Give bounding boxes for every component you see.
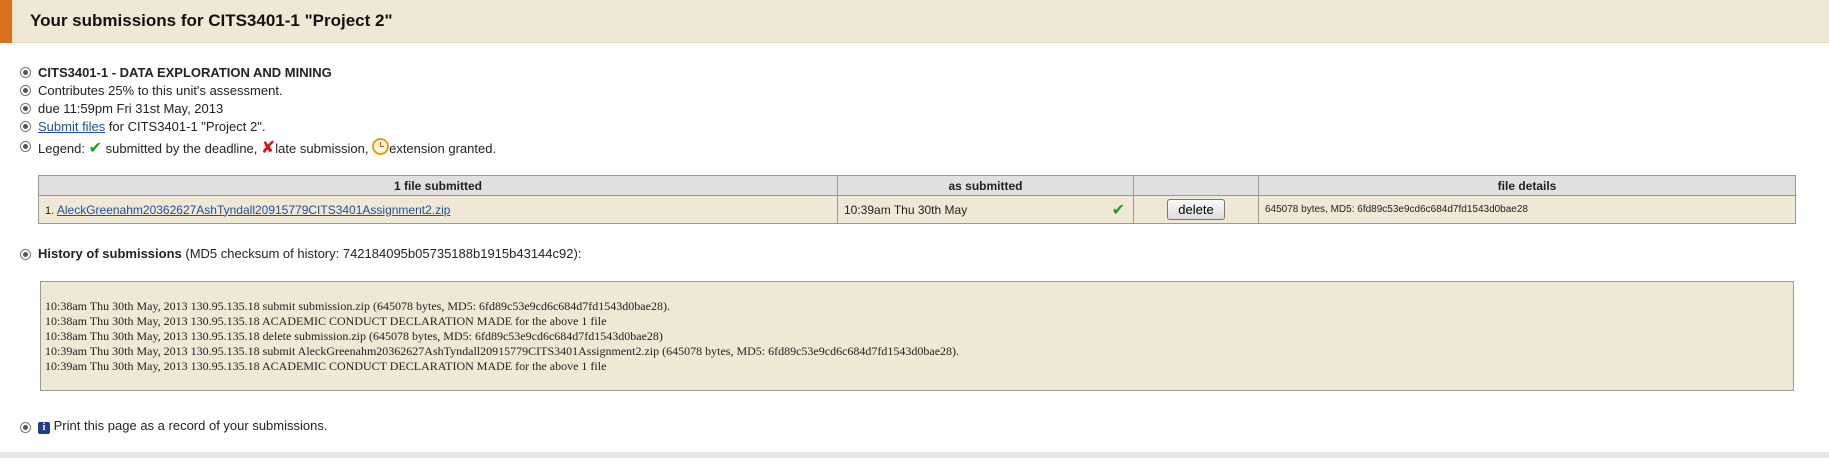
submitted-time: 10:39am Thu 30th May <box>844 202 968 217</box>
legend-label: Legend: <box>38 141 89 156</box>
bullet-icon <box>20 422 31 433</box>
history-entry: 10:39am Thu 30th May, 2013 130.95.135.18… <box>45 344 960 358</box>
info-icon: i <box>38 422 50 434</box>
horizontal-scrollbar[interactable] <box>0 452 1829 458</box>
submit-files-line: Submit files for CITS3401-1 "Project 2". <box>38 119 265 134</box>
legend-extension: extension granted. <box>389 141 497 156</box>
bullet-icon <box>20 103 31 114</box>
check-icon: ✔ <box>1111 202 1125 219</box>
unit-name: CITS3401-1 - DATA EXPLORATION AND MINING <box>38 65 332 80</box>
bullet-icon <box>20 85 31 96</box>
column-header-action <box>1133 175 1259 196</box>
file-cell: 1. AleckGreenahm20362627AshTyndall209157… <box>38 195 838 224</box>
history-entry: 10:38am Thu 30th May, 2013 130.95.135.18… <box>45 329 663 343</box>
print-note-line: i Print this page as a record of your su… <box>38 418 327 434</box>
table-header-row: 1 file submitted as submitted file detai… <box>38 175 1796 196</box>
column-header-files: 1 file submitted <box>38 175 838 196</box>
delete-button[interactable]: delete <box>1167 199 1225 220</box>
clock-icon <box>372 138 390 155</box>
page-title: Your submissions for CITS3401-1 "Project… <box>30 11 393 30</box>
bullet-icon <box>20 141 31 152</box>
submitted-files-table: 1 file submitted as submitted file detai… <box>38 175 1796 224</box>
check-icon: ✔ <box>88 140 103 157</box>
history-entry: 10:38am Thu 30th May, 2013 130.95.135.18… <box>45 314 607 328</box>
legend-on-time: submitted by the deadline, <box>102 141 262 156</box>
history-log: 10:38am Thu 30th May, 2013 130.95.135.18… <box>40 281 1794 391</box>
header-accent-bar <box>0 0 12 43</box>
legend-late: late submission, <box>275 141 373 156</box>
column-header-details: file details <box>1258 175 1796 196</box>
history-entry: 10:39am Thu 30th May, 2013 130.95.135.18… <box>45 359 607 373</box>
print-note: Print this page as a record of your subm… <box>50 418 328 433</box>
row-index: 1. <box>45 204 55 217</box>
table-row: 1. AleckGreenahm20362627AshTyndall209157… <box>38 195 1796 224</box>
contribution-text: Contributes 25% to this unit's assessmen… <box>38 83 283 98</box>
bullet-icon <box>20 249 31 260</box>
bullet-icon <box>20 67 31 78</box>
bullet-icon <box>20 121 31 132</box>
due-date: due 11:59pm Fri 31st May, 2013 <box>38 101 224 116</box>
history-entry: 10:38am Thu 30th May, 2013 130.95.135.18… <box>45 299 670 313</box>
submit-files-link[interactable]: Submit files <box>38 119 105 134</box>
column-header-submitted: as submitted <box>837 175 1134 196</box>
file-details: 645078 bytes, MD5: 6fd89c53e9cd6c684d7fd… <box>1258 195 1796 224</box>
submitted-time-cell: 10:39am Thu 30th May ✔ <box>837 195 1134 224</box>
history-checksum: (MD5 checksum of history: 742184095b0573… <box>181 246 582 261</box>
action-cell: delete <box>1133 195 1259 224</box>
page-header: Your submissions for CITS3401-1 "Project… <box>0 0 1829 43</box>
cross-icon: ✘ <box>261 138 276 157</box>
history-label: History of submissions <box>38 246 182 261</box>
submit-files-suffix: for CITS3401-1 "Project 2". <box>105 119 266 134</box>
history-heading: History of submissions (MD5 checksum of … <box>38 246 581 261</box>
file-link[interactable]: AleckGreenahm20362627AshTyndall20915779C… <box>57 203 451 217</box>
legend-line: Legend: ✔ submitted by the deadline, ✘la… <box>38 138 496 158</box>
